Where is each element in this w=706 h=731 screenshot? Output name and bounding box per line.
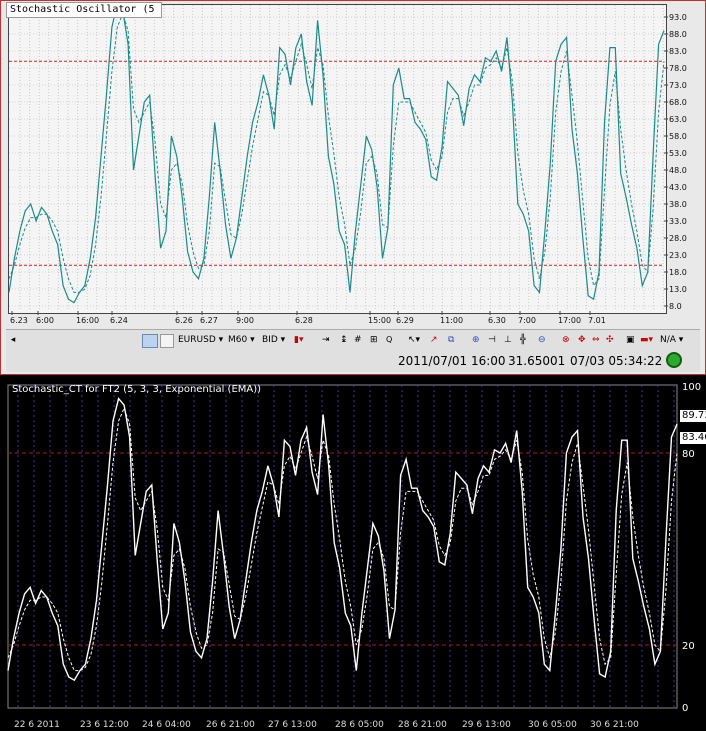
top-x-tick-label: 6.30	[488, 316, 506, 325]
symbol-value: EURUSD	[178, 335, 216, 345]
top-x-tick-label: 16:00	[76, 316, 99, 325]
bottom-x-label: 28 6 21:00	[398, 720, 447, 730]
zoom-out-icon[interactable]: ⊖	[538, 333, 546, 347]
value-box-slow: 83.46	[680, 432, 706, 444]
symbol-select[interactable]: EURUSD ▾	[178, 333, 223, 347]
bottom-x-label: 22 6 2011	[14, 720, 60, 730]
top-x-tick-label: 11:00	[440, 316, 463, 325]
crosshair-icon[interactable]: ⊞	[370, 333, 378, 347]
price-type-select[interactable]: BID ▾	[262, 333, 285, 347]
window-icon-2[interactable]	[160, 334, 174, 348]
bottom-background	[0, 375, 706, 731]
bottom-x-label: 30 6 21:00	[590, 720, 639, 730]
status-datetime: 2011/07/01 16:00	[398, 354, 506, 368]
indicator-tab[interactable]: Stochastic Oscillator (5	[6, 2, 162, 18]
scale-icon[interactable]: ↨	[340, 333, 348, 347]
bottom-x-label: 24 6 04:00	[142, 720, 191, 730]
properties-icon[interactable]: ▣	[626, 333, 635, 347]
top-y-tick-label: 63.0	[669, 115, 687, 124]
top-x-tick-label: 6.23	[10, 316, 28, 325]
cursor-icon[interactable]: ↖▾	[408, 333, 420, 347]
top-y-tick-label: 33.0	[669, 217, 687, 226]
top-x-tick-label: 7.01	[588, 316, 606, 325]
bottom-y-label: 80	[682, 449, 695, 460]
top-x-tick-label: 6:00	[36, 316, 54, 325]
bottom-y-label: 100	[682, 382, 701, 393]
status-value: 31.65001	[508, 354, 566, 368]
scroll-left-icon[interactable]: ◂	[8, 333, 18, 347]
arrow-tool-icon[interactable]: ↗	[430, 333, 438, 347]
top-x-tick-label: 6.29	[396, 316, 414, 325]
bottom-x-label: 23 6 12:00	[80, 720, 129, 730]
center-icon[interactable]: ✣	[606, 333, 614, 347]
bottom-chart-svg: 100 80 20 0 22 6 2011 23 6 12:00 24 6 04:00 26 …	[0, 375, 706, 731]
objects-icon[interactable]: ⧉	[448, 333, 454, 347]
grid-icon[interactable]: #	[354, 333, 362, 347]
horizontal-line-icon[interactable]: ⊣	[488, 333, 496, 347]
top-y-tick-label: 88.0	[669, 30, 687, 39]
candle-icon[interactable]: ▮▾	[294, 333, 303, 347]
bottom-x-label: 27 6 13:00	[268, 720, 317, 730]
zoom-in-icon[interactable]: ⊕	[472, 333, 480, 347]
top-y-tick-label: 68.0	[669, 98, 687, 107]
goto-end-icon[interactable]: ⇥	[322, 333, 330, 347]
top-y-tick-label: 83.0	[669, 47, 687, 56]
top-y-tick-label: 93.0	[669, 13, 687, 22]
top-y-tick-label: 43.0	[669, 183, 687, 192]
bottom-chart-title: Stochastic_CT for FT2 (5, 3, 3, Exponent…	[12, 384, 262, 395]
top-x-tick-label: 17:00	[558, 316, 581, 325]
expand-icon[interactable]: ⇔	[592, 333, 600, 347]
top-chart-svg: 93.0 88.0 83.0 78.0 73.0 68.0 63.0 58.0 53.0 48.0…	[8, 2, 687, 325]
top-y-tick-label: 13.0	[669, 285, 687, 294]
top-y-tick-label: 53.0	[669, 149, 687, 158]
delete-icon[interactable]: ⊗	[562, 333, 570, 347]
na-select[interactable]: N/A ▾	[660, 333, 683, 347]
top-y-tick-label: 38.0	[669, 200, 687, 209]
top-y-tick-label: 28.0	[669, 234, 687, 243]
price-type-value: BID	[262, 335, 278, 345]
bottom-x-label: 30 6 05:00	[528, 720, 577, 730]
top-x-tick-label: 15:00	[368, 316, 391, 325]
move-icon[interactable]: ✥	[578, 333, 586, 347]
chart-toolbar: ◂ EURUSD ▾ M60 ▾ BID ▾ ▮▾ ⇥ ↨ # ⊞ Q ↖▾ ↗…	[6, 329, 700, 351]
top-x-tick-label: 6.26	[175, 316, 193, 325]
top-x-tick-label: 7:00	[518, 316, 536, 325]
status-bar: 2011/07/01 16:00 31.65001 07/03 05:34:22	[6, 350, 700, 372]
bottom-y-label: 20	[682, 641, 695, 652]
status-clock: 07/03 05:34:22	[570, 354, 663, 368]
top-x-tick-label: 9:00	[236, 316, 254, 325]
na-value: N/A	[660, 335, 676, 345]
value-box-fast: 89.73	[680, 410, 706, 422]
top-y-tick-label: 48.0	[669, 166, 687, 175]
timeframe-select[interactable]: M60 ▾	[228, 333, 255, 347]
top-y-tick-label: 58.0	[669, 132, 687, 141]
connection-status-icon[interactable]	[666, 352, 682, 368]
cross-tool-icon[interactable]: ╬	[520, 333, 525, 347]
bottom-y-label: 0	[682, 703, 688, 714]
timeframe-value: M60	[228, 335, 248, 345]
window-icon[interactable]	[142, 334, 158, 348]
bottom-x-label: 26 6 21:00	[206, 720, 255, 730]
bottom-x-label: 28 6 05:00	[335, 720, 384, 730]
top-x-tick-label: 6.27	[200, 316, 218, 325]
top-x-tick-label: 6.24	[110, 316, 128, 325]
top-y-tick-label: 8.0	[669, 302, 682, 311]
top-y-tick-label: 18.0	[669, 268, 687, 277]
top-chart-window: 93.0 88.0 83.0 78.0 73.0 68.0 63.0 58.0 53.0 48.0…	[0, 0, 706, 375]
top-y-tick-label: 78.0	[669, 64, 687, 73]
vertical-line-icon[interactable]: ⊥	[504, 333, 512, 347]
top-y-tick-label: 23.0	[669, 251, 687, 260]
color-icon[interactable]: ▬▾	[640, 333, 653, 347]
top-x-tick-label: 6.28	[295, 316, 313, 325]
top-y-tick-label: 73.0	[669, 81, 687, 90]
bottom-x-label: 29 6 13:00	[462, 720, 511, 730]
q-icon[interactable]: Q	[386, 333, 392, 347]
